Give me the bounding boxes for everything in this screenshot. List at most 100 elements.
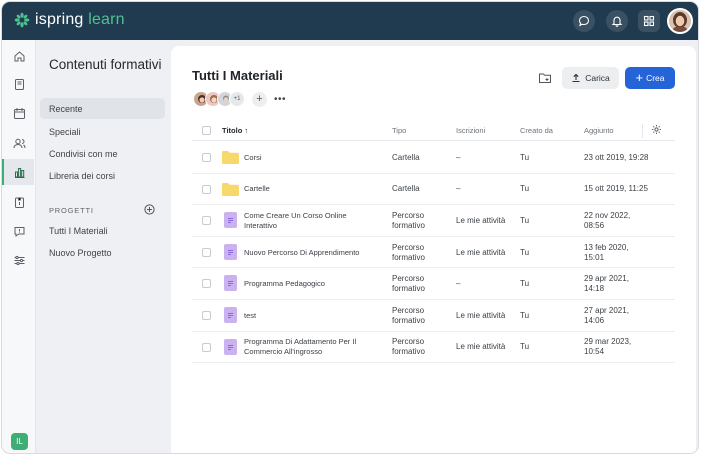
row-title[interactable]: Cartelle <box>244 184 369 194</box>
users-icon <box>13 138 25 148</box>
row-type: Cartella <box>392 152 420 162</box>
row-updated: 29 mar 2023, 10:54 <box>584 337 632 357</box>
add-collaborator-button[interactable]: + <box>252 91 267 107</box>
row-enrollments: – <box>456 152 461 162</box>
top-bar: ispring learn <box>2 2 698 40</box>
calendar-icon <box>13 107 25 119</box>
row-title[interactable]: Programma Di Adattamento Per Il Commerci… <box>244 337 369 357</box>
settings-sliders-icon <box>14 255 24 265</box>
projects-section-label: PROGETTI <box>49 206 94 215</box>
message-icon <box>14 226 24 237</box>
rail-users[interactable] <box>10 134 28 152</box>
apps-button[interactable] <box>638 10 660 32</box>
row-enrollments: Le mie attività <box>456 247 506 257</box>
gear-icon[interactable] <box>651 124 662 135</box>
subnav-project-all[interactable]: Tutti I Materiali <box>40 220 165 241</box>
workspace-badge[interactable]: IL <box>11 433 28 450</box>
learning-path-icon <box>224 338 237 355</box>
row-created-by: Tu <box>520 247 530 257</box>
upload-button[interactable]: Carica <box>562 67 619 89</box>
row-type: Cartella <box>392 184 420 194</box>
notifications-button[interactable] <box>606 10 628 32</box>
row-title[interactable]: Come Creare Un Corso Online Interattivo <box>244 211 369 231</box>
sort-up-icon: ↑ <box>244 126 249 135</box>
row-title[interactable]: Corsi <box>244 153 369 163</box>
book-icon <box>14 78 24 90</box>
rail-messages[interactable] <box>10 222 28 240</box>
table-row[interactable]: Cartelle Cartella – Tu 15 ott 2019, 11:25 <box>192 174 675 206</box>
rail-tasks[interactable] <box>10 193 28 211</box>
logo-text: ispring learn <box>35 11 125 29</box>
row-type: Percorso formativo <box>392 274 425 294</box>
subnav-item-shared[interactable]: Condivisi con me <box>40 143 165 164</box>
folder-icon <box>222 151 239 164</box>
rail-settings[interactable] <box>10 251 28 269</box>
rail-calendar[interactable] <box>10 104 28 122</box>
select-all-checkbox[interactable] <box>202 126 211 135</box>
learning-path-icon <box>224 212 237 229</box>
row-title[interactable]: test <box>244 311 369 321</box>
table-row[interactable]: Come Creare Un Corso Online Interattivo P… <box>192 205 675 237</box>
row-checkbox[interactable] <box>202 279 211 289</box>
row-enrollments: – <box>456 184 461 194</box>
learning-path-icon <box>224 243 237 260</box>
logo[interactable]: ispring learn <box>14 11 125 29</box>
row-checkbox[interactable] <box>202 153 211 162</box>
subnav-item-library[interactable]: Libreria dei corsi <box>40 165 165 186</box>
bell-icon <box>611 16 623 27</box>
app-window: ispring learn IL Contenuti formativi Rec… <box>1 1 699 454</box>
upload-icon <box>572 73 580 83</box>
row-title[interactable]: Nuovo Percorso Di Apprendimento <box>244 248 369 258</box>
table-row[interactable]: Nuovo Percorso Di Apprendimento Percorso … <box>192 237 675 269</box>
ispring-logo-icon <box>14 12 30 28</box>
clipboard-icon <box>14 197 24 208</box>
row-updated: 15 ott 2019, 11:25 <box>584 184 648 194</box>
learning-path-icon <box>224 275 237 292</box>
new-folder-icon[interactable] <box>538 71 552 85</box>
column-created-by[interactable]: Creato da <box>520 126 553 135</box>
row-updated: 23 ott 2019, 19:28 <box>584 152 649 162</box>
add-project-icon[interactable] <box>144 204 155 215</box>
column-enrollments[interactable]: Iscrizioni <box>456 126 485 135</box>
row-created-by: Tu <box>520 310 530 320</box>
chat-button[interactable] <box>573 10 595 32</box>
row-created-by: Tu <box>520 342 530 352</box>
row-checkbox[interactable] <box>202 216 211 226</box>
logo-product: learn <box>88 11 125 28</box>
subnav-item-recent[interactable]: Recente <box>40 98 165 119</box>
row-checkbox[interactable] <box>202 342 211 352</box>
subnav-item-starred[interactable]: Speciali <box>40 121 165 142</box>
table-row[interactable]: Programma Di Adattamento Per Il Commerci… <box>192 332 675 364</box>
column-title[interactable]: Titolo ↑ <box>222 126 248 135</box>
row-type: Percorso formativo <box>392 210 425 230</box>
plus-icon: + <box>635 70 644 85</box>
user-photo-icon <box>669 10 691 32</box>
table-row[interactable]: Corsi Cartella – Tu 23 ott 2019, 19:28 <box>192 142 675 174</box>
row-title[interactable]: Programma Pedagogico <box>244 279 369 289</box>
more-options-icon[interactable]: ••• <box>274 94 286 105</box>
upload-label: Carica <box>585 73 610 83</box>
column-type[interactable]: Tipo <box>392 126 406 135</box>
row-type: Percorso formativo <box>392 305 425 325</box>
row-checkbox[interactable] <box>202 311 211 320</box>
rail-content[interactable] <box>10 163 28 181</box>
main-panel: Tutti I Materiali +1 + ••• Carica + Crea… <box>171 46 696 453</box>
folder-icon <box>222 182 239 196</box>
create-button[interactable]: + Crea <box>625 67 675 89</box>
user-avatar[interactable] <box>667 8 693 34</box>
chart-icon <box>14 167 24 178</box>
rail-home[interactable] <box>10 47 28 65</box>
create-label: Crea <box>646 73 665 83</box>
table-row[interactable]: test Percorso formativo Le mie attività Tu 2… <box>192 300 675 332</box>
rail-courses[interactable] <box>10 75 28 93</box>
table-row[interactable]: Programma Pedagogico Percorso formativo – T… <box>192 268 675 300</box>
row-enrollments: Le mie attività <box>456 215 506 225</box>
row-checkbox[interactable] <box>202 184 211 194</box>
column-updated[interactable]: Aggiunto <box>584 126 614 135</box>
column-divider <box>642 124 643 138</box>
subnav-project-new[interactable]: Nuovo Progetto <box>40 242 165 263</box>
row-checkbox[interactable] <box>202 247 211 257</box>
row-updated: 22 nov 2022, 08:56 <box>584 210 631 230</box>
collaborators[interactable]: +1 + ••• <box>193 91 286 107</box>
row-updated: 29 apr 2021, 14:18 <box>584 274 629 294</box>
